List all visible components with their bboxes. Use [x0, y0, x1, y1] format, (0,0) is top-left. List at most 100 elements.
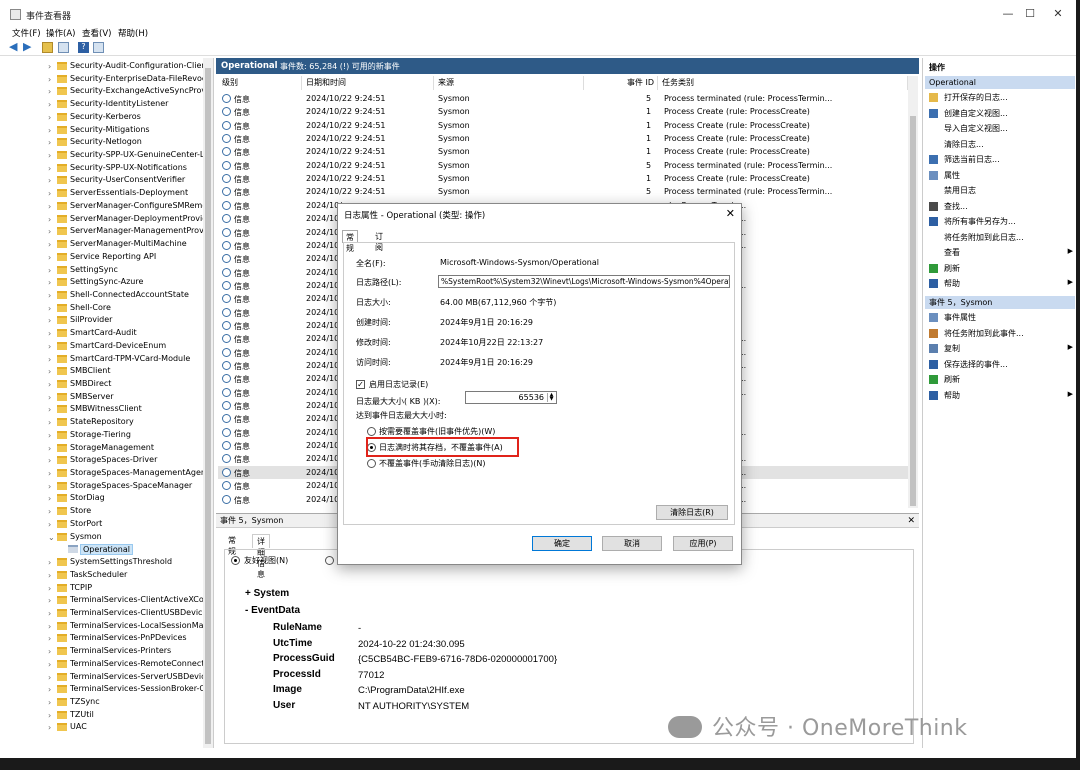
action-item[interactable]: 禁用日志	[929, 185, 1073, 197]
tree-item[interactable]: › Store	[0, 505, 213, 518]
tree-item[interactable]: › ServerEssentials-Deployment	[0, 187, 213, 200]
system-section[interactable]: + System	[245, 588, 289, 599]
dialog-close-icon[interactable]: ✕	[726, 207, 735, 220]
table-row[interactable]: 信息 2024/10/22 9:24:51 Sysmon 5 Process termi…	[218, 159, 908, 172]
grid-scrollbar[interactable]	[908, 76, 918, 508]
show-hide-tree-icon[interactable]	[58, 42, 69, 53]
tree-item[interactable]: › Security-Netlogon	[0, 136, 213, 149]
help-icon[interactable]: ?	[78, 42, 89, 53]
apply-button[interactable]: 应用(P)	[673, 536, 733, 551]
chevron-right-icon[interactable]: ›	[48, 240, 51, 249]
col-event-id[interactable]: 事件 ID	[584, 76, 658, 90]
tree-item[interactable]: › Security-Mitigations	[0, 124, 213, 137]
tree-item[interactable]: › SystemSettingsThreshold	[0, 556, 213, 569]
tree-item[interactable]: › SmartCard-DeviceEnum	[0, 340, 213, 353]
tree-item[interactable]: › StateRepository	[0, 416, 213, 429]
col-task-category[interactable]: 任务类别	[658, 76, 908, 90]
action-item[interactable]: 帮助 ▶	[929, 390, 1073, 402]
tree-item[interactable]: › TerminalServices-Printers	[0, 645, 213, 658]
table-row[interactable]: 信息 2024/10/22 9:24:51 Sysmon 5 Process termi…	[218, 185, 908, 198]
tree-item[interactable]: › SMBWitnessClient	[0, 403, 213, 416]
tree-item[interactable]: › SilProvider	[0, 314, 213, 327]
tab-general[interactable]: 常规	[224, 534, 240, 556]
tree-item[interactable]: › SmartCard-Audit	[0, 327, 213, 340]
enable-logging-checkbox[interactable]: ✓	[356, 380, 365, 389]
do-not-overwrite-radio[interactable]	[367, 459, 376, 468]
action-item[interactable]: 筛选当前日志...	[929, 154, 1073, 166]
tree-item[interactable]: › Security-SPP-UX-GenuineCenter-Log	[0, 149, 213, 162]
action-item[interactable]: 将任务附加到此事件...	[929, 328, 1073, 340]
table-row[interactable]: 信息 2024/10/22 9:24:51 Sysmon 1 Process Creat…	[218, 172, 908, 185]
tree-item[interactable]: › TerminalServices-PnPDevices	[0, 632, 213, 645]
chevron-right-icon[interactable]: ›	[48, 673, 51, 682]
table-row[interactable]: 信息 2024/10/22 9:24:51 Sysmon 1 Process Creat…	[218, 132, 908, 145]
tree-scrollbar[interactable]	[203, 58, 213, 748]
tree-item[interactable]: › TerminalServices-SessionBroker-Cli	[0, 683, 213, 696]
action-item[interactable]: 创建自定义视图...	[929, 108, 1073, 120]
action-item[interactable]: 刷新	[929, 263, 1073, 275]
chevron-right-icon[interactable]: ›	[48, 431, 51, 440]
col-datetime[interactable]: 日期和时间	[302, 76, 434, 90]
tree-item[interactable]: › TerminalServices-RemoteConnectio	[0, 658, 213, 671]
tree-item[interactable]: › SMBClient	[0, 365, 213, 378]
tree-item[interactable]: › Security-IdentityListener	[0, 98, 213, 111]
tree-item[interactable]: ⌄ Sysmon	[0, 531, 213, 544]
chevron-right-icon[interactable]: ›	[48, 266, 51, 275]
tree-item[interactable]: › ServerManager-DeploymentProvide	[0, 213, 213, 226]
tree-item[interactable]: › TerminalServices-ClientActiveXCore	[0, 594, 213, 607]
chevron-right-icon[interactable]: ›	[48, 227, 51, 236]
chevron-right-icon[interactable]: ›	[48, 507, 51, 516]
tree-item[interactable]: › TerminalServices-ClientUSBDevices	[0, 607, 213, 620]
chevron-right-icon[interactable]: ›	[48, 393, 51, 402]
table-row[interactable]: 信息 2024/10/22 9:24:51 Sysmon 1 Process Creat…	[218, 105, 908, 118]
chevron-right-icon[interactable]: ›	[48, 444, 51, 453]
close-button[interactable]: ✕	[1044, 6, 1072, 22]
chevron-right-icon[interactable]: ›	[48, 405, 51, 414]
tree-item[interactable]: › Security-ExchangeActiveSyncProvisi	[0, 85, 213, 98]
chevron-right-icon[interactable]: ›	[48, 571, 51, 580]
col-source[interactable]: 来源	[434, 76, 584, 90]
action-item[interactable]: 清除日志...	[929, 139, 1073, 151]
chevron-right-icon[interactable]: ›	[48, 304, 51, 313]
chevron-right-icon[interactable]: ›	[48, 469, 51, 478]
menu-action[interactable]: 操作(A)	[46, 27, 75, 39]
menu-file[interactable]: 文件(F)	[12, 27, 41, 39]
tree-item[interactable]: › SMBServer	[0, 391, 213, 404]
chevron-right-icon[interactable]: ›	[48, 647, 51, 656]
tree-item[interactable]: › TerminalServices-LocalSessionMana	[0, 620, 213, 633]
tree-item[interactable]: › TZUtil	[0, 709, 213, 722]
max-size-input[interactable]: 65536 ▲ ▼	[465, 391, 557, 404]
chevron-right-icon[interactable]: ›	[48, 138, 51, 147]
tree-item[interactable]: › Storage-Tiering	[0, 429, 213, 442]
tree-item[interactable]: › UAC	[0, 721, 213, 734]
chevron-right-icon[interactable]: ›	[48, 380, 51, 389]
cancel-button[interactable]: 取消	[602, 536, 662, 551]
action-item[interactable]: 将所有事件另存为...	[929, 216, 1073, 228]
action-item[interactable]: 查找...	[929, 201, 1073, 213]
close-icon[interactable]: ✕	[907, 516, 915, 526]
tree-item[interactable]: › Shell-Core	[0, 302, 213, 315]
chevron-right-icon[interactable]: ›	[48, 100, 51, 109]
action-item[interactable]: 刷新	[929, 374, 1073, 386]
tree-item[interactable]: › Security-EnterpriseData-FileRevocat	[0, 73, 213, 86]
chevron-right-icon[interactable]: ›	[48, 494, 51, 503]
xml-view-radio[interactable]	[325, 556, 334, 565]
col-level[interactable]: 级别	[218, 76, 302, 90]
action-item[interactable]: 属性	[929, 170, 1073, 182]
tree-item[interactable]: › Service Reporting API	[0, 251, 213, 264]
chevron-right-icon[interactable]: ›	[48, 253, 51, 262]
chevron-right-icon[interactable]: ›	[48, 329, 51, 338]
tree-item[interactable]: › StorageSpaces-ManagementAgent	[0, 467, 213, 480]
spinner-icon[interactable]: ▲ ▼	[547, 393, 555, 402]
actions-section-log[interactable]: Operational	[925, 76, 1075, 89]
chevron-right-icon[interactable]: ›	[48, 113, 51, 122]
actions-section-event[interactable]: 事件 5，Sysmon	[925, 296, 1075, 309]
chevron-right-icon[interactable]: ›	[48, 189, 51, 198]
tree-item[interactable]: › Security-UserConsentVerifier	[0, 174, 213, 187]
chevron-right-icon[interactable]: ›	[48, 342, 51, 351]
chevron-right-icon[interactable]: ›	[48, 558, 51, 567]
show-hide-action-pane-icon[interactable]	[93, 42, 104, 53]
chevron-right-icon[interactable]: ›	[48, 291, 51, 300]
clear-log-button[interactable]: 清除日志(R)	[656, 505, 728, 520]
folder-up-icon[interactable]	[42, 42, 53, 53]
